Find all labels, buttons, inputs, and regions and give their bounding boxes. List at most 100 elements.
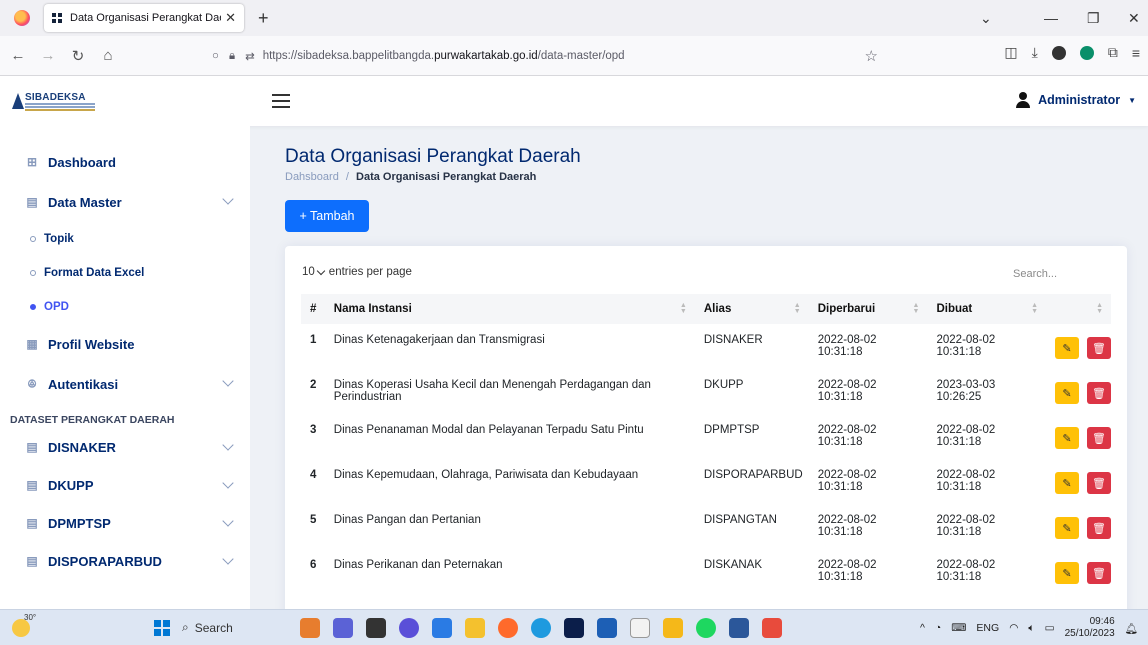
volume-icon[interactable]: 🔈︎ [1028,622,1034,635]
edit-button[interactable]: ✎ [1055,382,1079,404]
url-path: /data-master/opd [537,50,625,62]
wifi-icon[interactable]: ◠ [1009,622,1018,634]
delete-button[interactable]: 🗑︎ [1087,337,1111,359]
sidebar-item-data-master[interactable]: ▤ Data Master [0,182,250,222]
edit-button[interactable]: ✎ [1055,562,1079,584]
col-header-nama-instansi[interactable]: Nama Instansi ▲ ▼ [324,294,695,324]
edit-button[interactable]: ✎ [1055,427,1079,449]
app-icon-widgets[interactable] [300,617,320,638]
extensions-puzzle-icon[interactable]: ⧉ [1108,44,1118,61]
address-bar[interactable]: ○ 🔒︎ ⇄ https://sibadeksa.bappelitbangda.… [212,42,888,70]
sidebar-item-dkupp[interactable]: ▤ DKUPP [0,466,250,504]
start-windows-icon[interactable] [154,619,170,636]
search-input[interactable]: Search... [969,264,1099,284]
cell-diperbarui: 2022-08-02 10:31:18 [809,324,928,369]
delete-button[interactable]: 🗑︎ [1087,427,1111,449]
add-button[interactable]: + Tambah [285,200,369,232]
app-icon-edge[interactable] [531,617,551,638]
tab-close-icon[interactable]: ✕ [225,10,236,26]
pocket-icon[interactable]: ◫ [1004,44,1017,61]
app-icon-sticky[interactable] [663,617,683,638]
home-icon[interactable]: ⌂ [96,47,120,64]
close-window-icon[interactable]: ✕ [1128,0,1140,36]
sidebar-item-disporaparbud[interactable]: ▤ DISPORAPARBUD [0,542,250,580]
time-text: 10:31:18 [817,436,863,448]
app-icon-dropbox[interactable] [564,617,584,638]
app-icon-todo[interactable] [432,617,452,638]
downloads-icon[interactable]: ⤓ [1032,44,1038,61]
taskbar-search[interactable]: ⌕ Search [182,620,272,635]
clock[interactable]: 09:46 25/10/2023 [1065,616,1115,640]
battery-icon[interactable]: ▭ [1045,622,1055,634]
sidebar-item-dashboard[interactable]: ⊞ Dashboard [0,142,250,182]
chevron-up-icon[interactable]: ^ [920,622,925,634]
sidebar-item-dpmptsp[interactable]: ▤ DPMPTSP [0,504,250,542]
table-row: 6 Dinas Perikanan dan Peternakan DISKANA… [301,549,1111,594]
col-header-diperbarui[interactable]: Diperbarui ▲ ▼ [808,294,928,324]
app-menu-icon[interactable]: ≡ [1132,45,1140,61]
reload-icon[interactable]: ↻ [66,47,90,65]
app-icon-chat[interactable] [399,617,419,638]
app-icon-amazon[interactable] [630,617,650,638]
user-menu[interactable]: Administrator ▼ [1016,92,1136,108]
language-indicator[interactable]: ENG [976,622,999,634]
menu-toggle-icon[interactable] [272,94,290,108]
app-icon-teams[interactable] [333,617,353,638]
edit-button[interactable]: ✎ [1055,517,1079,539]
browser-tab[interactable]: Data Organisasi Perangkat Daer ✕ [44,4,244,32]
edit-button[interactable]: ✎ [1055,472,1079,494]
date-text: 2022-08-02 [817,424,877,436]
sidebar-item-autentikasi[interactable]: ꔮ Autentikasi [0,364,250,404]
sidebar-item-disnaker[interactable]: ▤ DISNAKER [0,428,250,466]
breadcrumb-home-link[interactable]: Dahsboard [285,171,339,183]
col-header-alias[interactable]: Alias ▲ ▼ [694,294,809,324]
breadcrumb-separator: / [345,171,349,183]
breadcrumb: Dahsboard / Data Organisasi Perangkat Da… [285,171,581,183]
system-tray: ^ ◔ ⌨ ENG ◠ 🔈︎ ▭ 09:46 25/10/2023 🔔︎ [920,616,1138,640]
app-icon-firefox[interactable] [498,617,518,638]
sidebar-subitem-format-data-excel[interactable]: Format Data Excel [0,256,250,290]
firefox-icon[interactable] [14,10,30,26]
new-tab-icon[interactable]: + [258,8,269,29]
cell-diperbarui: 2022-08-02 10:31:18 [809,369,928,414]
per-page-select[interactable]: 10 [302,266,326,278]
weather-icon[interactable]: 30° [12,613,36,637]
time-text: 10:31:18 [817,571,863,583]
sort-icon: ▲ ▼ [793,302,801,315]
breadcrumb-current: Data Organisasi Perangkat Daerah [356,171,537,183]
minimize-icon[interactable]: — [1044,0,1058,36]
bookmark-star-icon[interactable]: ☆ [865,47,878,65]
shield-icon[interactable]: ○ [212,50,219,62]
lock-icon[interactable]: 🔒︎ [229,50,235,63]
delete-button[interactable]: 🗑︎ [1087,517,1111,539]
sidebar-subitem-opd[interactable]: OPD [0,290,250,324]
app-icon-taskview[interactable] [366,617,386,638]
app-icon-snipping[interactable] [762,617,782,638]
list-all-tabs-icon[interactable]: ⌄ [980,0,992,36]
app-icon-file-explorer[interactable] [465,617,485,638]
app-icon-word[interactable] [729,617,749,638]
col-header-dibuat[interactable]: Dibuat ▲ ▼ [927,294,1046,324]
brand-logo[interactable]: SIBADEKSA [12,90,102,112]
delete-button[interactable]: 🗑︎ [1087,562,1111,584]
tray-app-icon[interactable]: ◔ [935,622,941,634]
extension-icon[interactable] [1051,45,1066,60]
edit-button[interactable]: ✎ [1055,337,1079,359]
maximize-icon[interactable]: ❐ [1087,0,1100,36]
app-icon-spotify[interactable] [696,617,716,638]
forward-icon[interactable]: → [36,47,60,64]
sidebar-item-profil-website[interactable]: ▦ Profil Website [0,324,250,364]
date-text: 2022-08-02 [817,559,877,571]
back-icon[interactable]: ← [6,47,30,64]
app-icon-store[interactable] [597,617,617,638]
delete-button[interactable]: 🗑︎ [1087,472,1111,494]
col-header-actions[interactable]: ▲ ▼ [1046,294,1111,324]
col-header-no[interactable]: # [301,294,325,324]
notification-bell-icon[interactable]: 🔔︎ [1125,622,1138,635]
delete-button[interactable]: 🗑︎ [1087,382,1111,404]
extension-green-icon[interactable] [1079,45,1094,60]
people-icon: ꔮ [27,376,37,391]
keyboard-icon[interactable]: ⌨ [951,622,966,634]
sidebar-subitem-topik[interactable]: Topik [0,222,250,256]
permissions-icon[interactable]: ⇄ [245,49,255,63]
